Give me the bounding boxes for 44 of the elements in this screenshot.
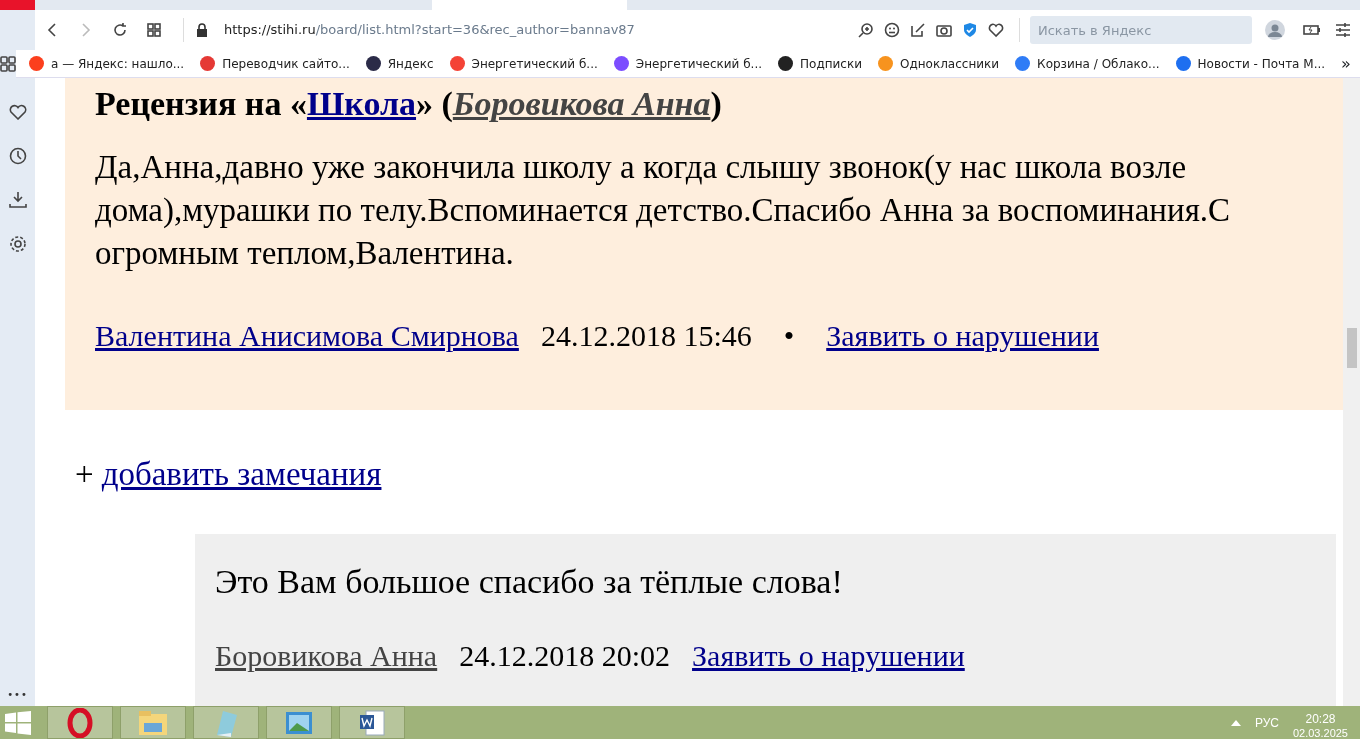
bookmark[interactable]: Корзина / Облако... — [1015, 54, 1160, 73]
search-field[interactable]: Искать в Яндекс — [1030, 16, 1252, 44]
bookmark[interactable]: Переводчик сайто... — [200, 54, 350, 73]
bookmark[interactable]: а — Яндекс: нашло... — [29, 54, 185, 73]
clock-time: 20:28 — [1305, 713, 1336, 726]
clock-date: 02.03.2025 — [1292, 727, 1348, 739]
windows-start-icon[interactable] — [4, 710, 31, 735]
heart-icon[interactable] — [8, 104, 27, 120]
download-icon[interactable] — [8, 191, 27, 209]
taskbar-app[interactable] — [339, 706, 405, 739]
settings-icon[interactable] — [8, 235, 27, 253]
lock-icon — [196, 23, 208, 37]
reply-text: Это Вам большое спасибо за тёплые слова! — [215, 561, 844, 602]
address-bar[interactable]: https://stihi.ru/board/list.html?start=36&rec_author=bannav87 — [224, 20, 635, 40]
more-menu[interactable]: ••• — [7, 687, 28, 702]
photo-viewer-icon — [284, 709, 314, 736]
bookmark[interactable]: Яндекс — [365, 54, 434, 73]
scroll-thumb[interactable] — [1347, 328, 1357, 368]
plus-sign: + — [75, 455, 94, 494]
reviewer-link[interactable]: Валентина Анисимова Смирнова — [95, 313, 519, 358]
author-link[interactable]: Боровикова Анна — [452, 85, 711, 122]
apps-grid-icon[interactable] — [0, 56, 16, 72]
document-icon — [358, 708, 386, 737]
taskbar-app[interactable] — [47, 706, 113, 739]
more-bookmarks-button[interactable]: » — [1341, 51, 1351, 76]
o-ring-icon — [67, 707, 93, 738]
bookmark[interactable]: Подписки — [778, 54, 862, 73]
work-link[interactable]: Школа — [306, 85, 417, 122]
folder-icon — [138, 709, 168, 736]
report-link[interactable]: Заявить о нарушении — [826, 313, 1099, 358]
review-text: Да,Анна,давно уже закончила школу а когда слышу звонок(у нас школа возле дома),мурашки по телу.Вспоминается детство.Спасибо Анна за воспоминания.С огромным теплом,Валентина. — [95, 148, 1232, 273]
scrollbar[interactable] — [1343, 78, 1360, 706]
bullet-separator: • — [783, 318, 795, 354]
bookmark[interactable]: Новости - Почта М... — [1175, 54, 1326, 73]
bookmark[interactable]: Энергетический б... — [613, 54, 763, 73]
author-link[interactable]: Боровикова Анна — [215, 632, 438, 678]
add-note-link[interactable]: добавить замечания — [101, 450, 382, 500]
review-title: Рецензия на «Школа» (Боровикова Анна) — [95, 84, 723, 124]
report-link[interactable]: Заявить о нарушении — [692, 632, 965, 678]
history-icon[interactable] — [8, 147, 27, 165]
reply-date: 24.12.2018 20:02 — [459, 637, 671, 674]
review-date: 24.12.2018 15:46 — [540, 318, 752, 354]
bookmark[interactable]: Энергетический б... — [449, 54, 598, 73]
bookmark[interactable]: Одноклассники — [878, 54, 1000, 73]
